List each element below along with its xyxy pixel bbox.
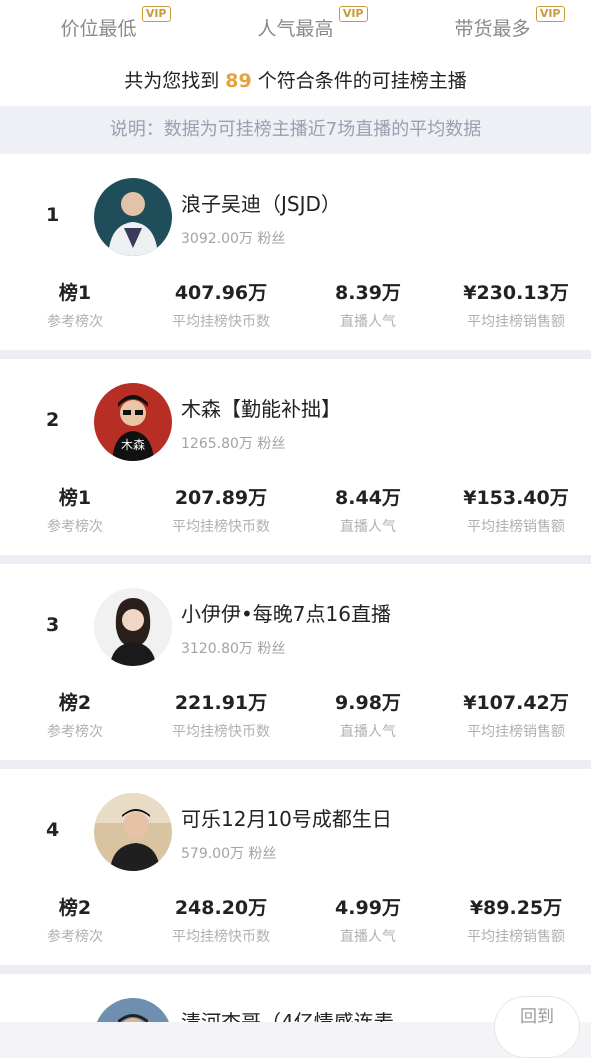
stat-value: 榜1 <box>58 487 92 509</box>
stat-popularity: 9.98万 直播人气 <box>293 688 443 741</box>
stats-row: 榜1 参考榜次 207.89万 平均挂榜快币数 8.44万 直播人气 ¥153.… <box>0 483 591 543</box>
stat-reference-rank: 榜1 参考榜次 <box>0 483 150 536</box>
stat-value: 8.39万 <box>335 282 401 304</box>
stats-row: 榜2 参考榜次 221.91万 平均挂榜快币数 9.98万 直播人气 ¥107.… <box>0 688 591 748</box>
card-divider <box>0 965 591 974</box>
stat-label: 直播人气 <box>340 929 396 945</box>
stat-avg-sales: ¥107.42万 平均挂榜销售额 <box>441 688 591 741</box>
stat-label: 平均挂榜销售额 <box>467 724 565 740</box>
sort-label: 带货最多 <box>454 18 531 40</box>
stat-value: 221.91万 <box>174 692 268 714</box>
stat-value: 248.20万 <box>174 897 268 919</box>
streamer-card[interactable]: 3 小伊伊•每晚7点16直播 3120.80万 粉丝 榜2 参考榜次 221.9… <box>0 564 591 760</box>
sort-label: 价位最低 <box>60 18 137 40</box>
stat-label: 平均挂榜快币数 <box>172 929 270 945</box>
streamer-name[interactable]: 木森【勤能补拙】 <box>181 393 341 422</box>
stat-label: 直播人气 <box>340 314 396 330</box>
stat-label: 直播人气 <box>340 724 396 740</box>
rank-number: 3 <box>46 614 60 636</box>
stat-value: 榜2 <box>58 897 92 919</box>
stat-reference-rank: 榜1 参考榜次 <box>0 278 150 331</box>
rank-number: 4 <box>46 819 60 841</box>
result-count: 89 <box>225 70 252 92</box>
fans-count: 3120.80万 粉丝 <box>181 641 286 657</box>
stat-value: 9.98万 <box>335 692 401 714</box>
stat-label: 平均挂榜快币数 <box>172 519 270 535</box>
stat-label: 平均挂榜销售额 <box>467 314 565 330</box>
stat-avg-sales: ¥153.40万 平均挂榜销售额 <box>441 483 591 536</box>
stat-avg-coins: 207.89万 平均挂榜快币数 <box>146 483 296 536</box>
avatar[interactable]: 木森 <box>94 383 172 461</box>
sort-sales-most[interactable]: 带货最多 VIP <box>454 6 565 41</box>
vip-badge: VIP <box>141 6 171 22</box>
fans-count: 3092.00万 粉丝 <box>181 231 286 247</box>
stat-label: 平均挂榜销售额 <box>467 929 565 945</box>
sort-label: 人气最高 <box>257 18 334 40</box>
streamer-name[interactable]: 可乐12月10号成都生日 <box>181 803 392 832</box>
rank-number: 2 <box>46 409 60 431</box>
avatar[interactable] <box>94 998 172 1022</box>
card-divider <box>0 350 591 359</box>
stat-value: ¥153.40万 <box>463 487 569 509</box>
stat-value: ¥107.42万 <box>463 692 569 714</box>
back-to-top-button[interactable]: 回到 <box>494 996 580 1058</box>
stat-label: 直播人气 <box>340 519 396 535</box>
stat-value: 4.99万 <box>335 897 401 919</box>
sort-price-lowest[interactable]: 价位最低 VIP <box>60 6 171 41</box>
stat-value: ¥89.25万 <box>469 897 563 919</box>
avatar[interactable] <box>94 178 172 256</box>
streamer-card[interactable]: 4 可乐12月10号成都生日 579.00万 粉丝 榜2 参考榜次 248.20… <box>0 769 591 965</box>
stat-value: 207.89万 <box>174 487 268 509</box>
stat-avg-coins: 221.91万 平均挂榜快币数 <box>146 688 296 741</box>
stats-row: 榜1 参考榜次 407.96万 平均挂榜快币数 8.39万 直播人气 ¥230.… <box>0 278 591 338</box>
card-divider <box>0 555 591 564</box>
stat-label: 平均挂榜销售额 <box>467 519 565 535</box>
streamer-name[interactable]: 小伊伊•每晚7点16直播 <box>181 598 391 627</box>
stat-label: 参考榜次 <box>47 929 103 945</box>
stat-avg-coins: 248.20万 平均挂榜快币数 <box>146 893 296 946</box>
card-divider <box>0 760 591 769</box>
stat-label: 参考榜次 <box>47 519 103 535</box>
stat-avg-coins: 407.96万 平均挂榜快币数 <box>146 278 296 331</box>
stat-value: ¥230.13万 <box>463 282 569 304</box>
stat-value: 407.96万 <box>174 282 268 304</box>
svg-text:木森: 木森 <box>121 437 145 452</box>
stats-row: 榜2 参考榜次 248.20万 平均挂榜快币数 4.99万 直播人气 ¥89.2… <box>0 893 591 953</box>
fans-count: 579.00万 粉丝 <box>181 846 277 862</box>
result-summary: 共为您找到 89 个符合条件的可挂榜主播 <box>0 52 591 106</box>
avatar[interactable] <box>94 588 172 666</box>
streamer-name[interactable]: 清河杏哥（4亿情感连麦 <box>181 1006 394 1022</box>
stat-popularity: 8.39万 直播人气 <box>293 278 443 331</box>
sort-bar: 价位最低 VIP 人气最高 VIP 带货最多 VIP <box>0 0 591 52</box>
result-prefix: 共为您找到 <box>124 70 220 92</box>
streamer-name[interactable]: 浪子吴迪（JSJD） <box>181 188 341 217</box>
stat-reference-rank: 榜2 参考榜次 <box>0 688 150 741</box>
stat-value: 榜2 <box>58 692 92 714</box>
stat-value: 榜1 <box>58 282 92 304</box>
streamer-card[interactable]: 2 木森 木森【勤能补拙】 1265.80万 粉丝 榜1 参考榜次 207.89… <box>0 359 591 555</box>
data-note: 说明：数据为可挂榜主播近7场直播的平均数据 <box>0 106 591 154</box>
avatar[interactable] <box>94 793 172 871</box>
stat-avg-sales: ¥230.13万 平均挂榜销售额 <box>441 278 591 331</box>
vip-badge: VIP <box>338 6 368 22</box>
stat-label: 平均挂榜快币数 <box>172 314 270 330</box>
stat-popularity: 4.99万 直播人气 <box>293 893 443 946</box>
stat-label: 平均挂榜快币数 <box>172 724 270 740</box>
streamer-card[interactable]: 1 浪子吴迪（JSJD） 3092.00万 粉丝 榜1 参考榜次 407.96万… <box>0 154 591 350</box>
stat-reference-rank: 榜2 参考榜次 <box>0 893 150 946</box>
stat-popularity: 8.44万 直播人气 <box>293 483 443 536</box>
result-suffix: 个符合条件的可挂榜主播 <box>257 70 467 92</box>
stat-label: 参考榜次 <box>47 724 103 740</box>
sort-popularity-highest[interactable]: 人气最高 VIP <box>257 6 368 41</box>
stat-value: 8.44万 <box>335 487 401 509</box>
rank-number: 1 <box>46 204 60 226</box>
fans-count: 1265.80万 粉丝 <box>181 436 286 452</box>
vip-badge: VIP <box>535 6 565 22</box>
stat-avg-sales: ¥89.25万 平均挂榜销售额 <box>441 893 591 946</box>
stat-label: 参考榜次 <box>47 314 103 330</box>
